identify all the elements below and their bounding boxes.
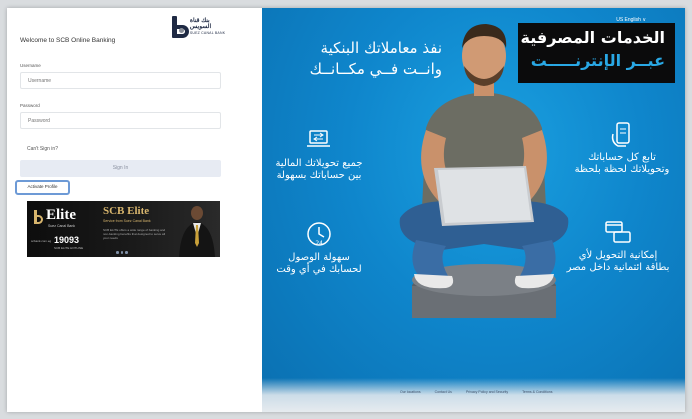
password-label: Password (20, 103, 40, 108)
carousel-dot[interactable] (116, 251, 119, 254)
scb-logo: بنك قناة السويس SUEZ CANAL BANK (170, 14, 226, 40)
browser-frame: بنك قناة السويس SUEZ CANAL BANK Welcome … (7, 8, 685, 412)
banner-elite-text: Elite (46, 207, 76, 223)
feature-access-line-1: سهولة الوصول (288, 252, 350, 263)
businessman-image (179, 206, 215, 257)
elite-logo-icon (33, 210, 43, 224)
footer-link-privacy[interactable]: Privacy Policy and Security (466, 390, 508, 394)
banner-website: scbank.com.eg (31, 239, 52, 243)
hand-phone-icon (611, 122, 630, 147)
banner-description: SCB ELITE offers a wide range of banking… (103, 228, 166, 240)
carousel-dot[interactable] (120, 251, 123, 254)
username-input[interactable] (20, 72, 221, 89)
clock-24-icon: 24 (307, 222, 331, 247)
cant-sign-in-link[interactable]: Can't Sign in? (27, 146, 58, 152)
footer-links: Our locations Contact Us Privacy Policy … (400, 390, 670, 394)
footer-link-contact[interactable]: Contact Us (435, 390, 452, 394)
logo-arabic-text: بنك قناة السويس (189, 18, 212, 31)
laptop-transfer-icon (307, 130, 330, 147)
feature-transfers-line-1: جميع تحويلاتك المالية (275, 158, 363, 169)
feature-card-transfer-line-1: إمكانية التحويل لأي (578, 250, 658, 261)
feature-tracking-line-2: وتحويلاتك لحظة بلحظة (574, 164, 670, 175)
login-panel: بنك قناة السويس SUEZ CANAL BANK Welcome … (7, 8, 262, 412)
footer-link-terms[interactable]: Terms & Conditions (522, 390, 552, 394)
welcome-heading: Welcome to SCB Online Banking (20, 37, 116, 44)
sign-in-button[interactable]: Sign In (20, 160, 221, 177)
elite-banner[interactable]: Elite Suez Canal Bank scbank.com.eg 1909… (27, 201, 220, 257)
banner-title: SCB Elite (103, 205, 150, 217)
hero-section: نفذ معاملاتك البنكية وانــت فــي مكــانـ… (262, 8, 685, 412)
carousel-dot[interactable] (125, 251, 128, 254)
username-label: Username (20, 63, 41, 68)
banner-tagline: Service from Suez Canal Bank (103, 219, 151, 223)
footer-strip (262, 378, 685, 412)
footer-link-locations[interactable]: Our locations (400, 390, 421, 394)
password-input[interactable] (20, 112, 221, 129)
banner-carousel-dots[interactable] (116, 251, 128, 254)
svg-text:24: 24 (315, 240, 323, 247)
feature-access-line-2: لحسابك في أي وقت (276, 264, 362, 275)
logo-english-text: SUEZ CANAL BANK (189, 31, 226, 36)
feature-card-transfer: إمكانية التحويل لأي بطاقة ائتمانية داخل … (558, 218, 678, 274)
card-transfer-icon (605, 221, 631, 243)
feature-access: 24 سهولة الوصول لحسابك في أي وقت (274, 220, 364, 276)
feature-transfers: جميع تحويلاتك المالية بين حساباتك بسهولة (274, 126, 364, 182)
banner-hotline: SCB ELITE HOTLINE (54, 246, 84, 250)
feature-tracking: تابع كل حساباتك وتحويلاتك لحظة بلحظة (567, 120, 677, 176)
banner-bank-name: Suez Canal Bank (48, 224, 76, 228)
banner-phone: 19093 (54, 235, 80, 245)
activate-profile-button[interactable]: Activate Profile (15, 180, 70, 195)
feature-transfers-line-2: بين حساباتك بسهولة (276, 170, 362, 181)
language-selector[interactable]: US English ∨ (616, 17, 646, 23)
feature-card-transfer-line-2: بطاقة ائتمانية داخل مصر (566, 262, 670, 273)
scb-logo-icon (170, 16, 189, 38)
feature-tracking-line-1: تابع كل حساباتك (588, 152, 656, 163)
